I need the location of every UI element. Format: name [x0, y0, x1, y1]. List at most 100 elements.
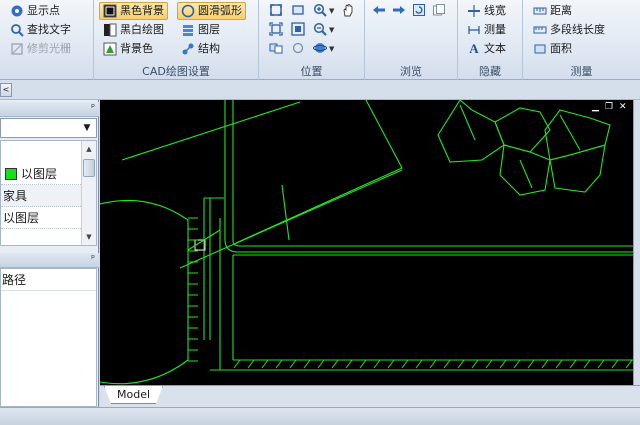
hatch-tick [457, 359, 465, 369]
layer-row[interactable]: 家具 [1, 185, 81, 207]
black-white-drawing-icon [103, 23, 117, 37]
layer-color-swatch[interactable] [5, 168, 17, 180]
close-icon[interactable]: ✕ [619, 102, 627, 112]
cad-hatch-bottom [233, 359, 633, 369]
layer-list-scrollbar[interactable]: ▲ ▼ [81, 141, 96, 245]
hatch-tick [443, 359, 451, 369]
pan-hand-button[interactable] [339, 2, 357, 20]
text-toggle-label: 文本 [484, 42, 506, 55]
zoom-in-button[interactable] [311, 2, 329, 20]
smooth-arc-label: 圆滑弧形 [198, 4, 242, 17]
refresh-icon [412, 3, 426, 20]
ribbon-group-cad-settings: 黑色背景 圆滑弧形 黑白绘图 图层 背景色 结构 CAD绘图设置 [94, 0, 259, 80]
collapse-panel-button[interactable]: < [0, 83, 12, 97]
properties-panel-titlebar: ᵖ [0, 253, 99, 268]
zoom-in-dropdown-icon[interactable]: ▼ [329, 7, 334, 15]
cad-line [281, 184, 290, 241]
scroll-up-icon[interactable]: ▲ [82, 143, 96, 155]
cad-drawing [99, 99, 633, 385]
zoom-all-icon [291, 21, 305, 39]
hatch-tick [401, 359, 409, 369]
layer-name: 以图层 [3, 211, 40, 225]
copy-view-button[interactable] [430, 2, 448, 20]
browse-group-label: 浏览 [400, 65, 422, 78]
zoom-extents-button[interactable] [267, 2, 285, 20]
hatch-tick [289, 359, 297, 369]
hatch-tick [597, 359, 605, 369]
zoom-out-dropdown-icon[interactable]: ▼ [329, 26, 334, 34]
area-button[interactable]: 面积 [529, 40, 576, 58]
cad-window-frame [203, 197, 224, 340]
black-background-button[interactable]: 黑色背景 [99, 2, 168, 20]
minimize-icon[interactable]: ▁ [592, 102, 599, 112]
cad-hatch-left [188, 217, 198, 362]
structure-button[interactable]: 结构 [177, 40, 224, 58]
cad-cushion [549, 144, 606, 193]
cad-line [559, 114, 581, 151]
pin-icon[interactable]: ᵖ [91, 103, 95, 113]
chevron-down-icon[interactable]: ▼ [80, 121, 94, 135]
orbit-button[interactable] [311, 40, 329, 58]
scroll-down-icon[interactable]: ▼ [82, 231, 96, 243]
black-white-drawing-label: 黑白绘图 [120, 23, 164, 36]
restore-icon[interactable]: ❐ [605, 102, 613, 112]
pin-icon[interactable]: ᵖ [91, 254, 95, 264]
layers-button[interactable]: 图层 [177, 21, 224, 39]
hatch-tick [471, 359, 479, 369]
tab-model[interactable]: Model [104, 386, 164, 404]
zoom-in-icon [313, 3, 327, 20]
scroll-thumb[interactable] [83, 159, 95, 177]
forward-arrow-button[interactable] [390, 2, 408, 20]
ribbon-group-display: 显示点 查找文字 修剪光栅 [0, 0, 94, 80]
layer-filter-combo[interactable]: ▼ [0, 118, 97, 138]
zoom-window-button[interactable] [289, 2, 307, 20]
black-background-label: 黑色背景 [120, 4, 164, 17]
cad-canvas[interactable]: ▁ ❐ ✕ [99, 99, 633, 385]
zoom-all-button[interactable] [289, 21, 307, 39]
trim-raster-button[interactable]: 修剪光栅 [6, 40, 75, 58]
layers-panel: ᵖ ▼ 以图层 家具 以图层 ▲ ▼ ᵖ 路径 [0, 100, 99, 407]
find-text-button[interactable]: 查找文字 [6, 21, 75, 39]
canvas-right-scroll-edge[interactable] [633, 100, 640, 385]
hatch-tick [527, 359, 535, 369]
hatch-tick [625, 359, 633, 369]
hatch-tick [513, 359, 521, 369]
arrow-left-icon [372, 3, 386, 20]
background-color-button[interactable]: 背景色 [99, 40, 157, 58]
refresh-button[interactable] [410, 2, 428, 20]
hatch-tick [275, 359, 283, 369]
previous-view-button[interactable] [267, 40, 285, 58]
hatch-tick [583, 359, 591, 369]
distance-button[interactable]: 距离 [529, 2, 576, 20]
display-points-icon [10, 4, 24, 18]
hatch-tick [303, 359, 311, 369]
hatch-tick [569, 359, 577, 369]
property-row[interactable]: 路径 [1, 269, 96, 291]
layout-tab-bar: Model [100, 385, 640, 407]
layers-label: 图层 [198, 23, 220, 36]
properties-panel: 路径 [0, 268, 97, 407]
line-width-button[interactable]: 线宽 [463, 2, 510, 20]
realtime-zoom-button[interactable] [289, 40, 307, 58]
copy-view-icon [432, 3, 446, 20]
hatch-tick [345, 359, 353, 369]
hatch-tick [317, 359, 325, 369]
polyline-length-button[interactable]: 多段线长度 [529, 21, 609, 39]
hatch-tick [541, 359, 549, 369]
zoom-out-button[interactable] [311, 21, 329, 39]
smooth-arc-button[interactable]: 圆滑弧形 [177, 2, 246, 20]
measure-toggle-button[interactable]: 测量 [463, 21, 510, 39]
hatch-tick [247, 359, 255, 369]
orbit-dropdown-icon[interactable]: ▼ [329, 45, 334, 53]
display-points-label: 显示点 [27, 4, 60, 17]
layer-row[interactable]: 以图层 [1, 163, 81, 185]
layer-row[interactable]: 以图层 [1, 207, 81, 229]
back-arrow-button[interactable] [370, 2, 388, 20]
display-points-button[interactable]: 显示点 [6, 2, 64, 20]
text-toggle-button[interactable]: A 文本 [463, 40, 510, 58]
hatch-tick [331, 359, 339, 369]
cad-table-outline [235, 99, 403, 244]
black-white-drawing-button[interactable]: 黑白绘图 [99, 21, 168, 39]
measure-icon [467, 23, 481, 37]
fit-page-button[interactable] [267, 21, 285, 39]
